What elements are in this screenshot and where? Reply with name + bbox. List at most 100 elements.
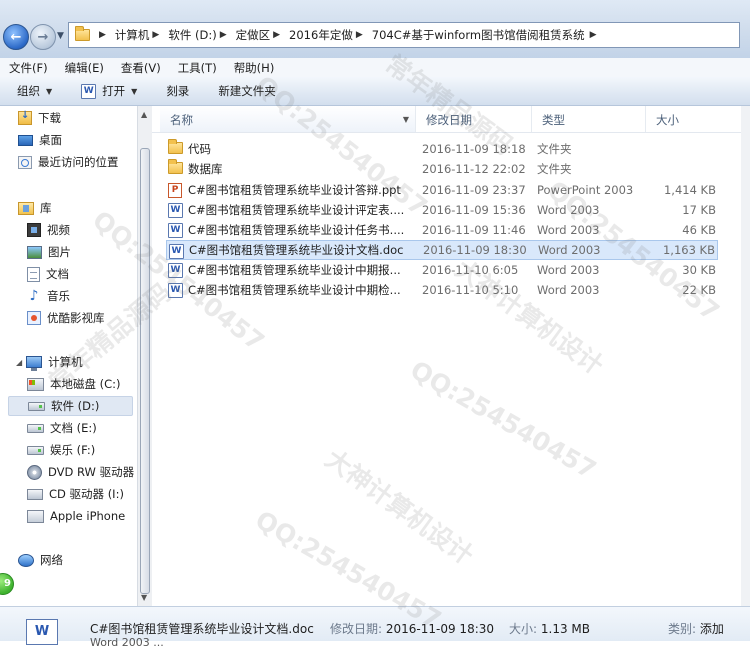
nav-item-drive-f[interactable]: 娱乐 (F:): [27, 440, 95, 460]
nav-label: DVD RW 驱动器: [48, 465, 135, 479]
chevron-right-icon[interactable]: ▶: [220, 30, 227, 40]
menu-tools[interactable]: 工具(T): [169, 60, 225, 76]
chevron-right-icon[interactable]: ▶: [99, 30, 106, 40]
address-path[interactable]: ▶ 计算机 ▶ 软件 (D:) ▶ 定做区 ▶ 2016年定做 ▶ 704C#基…: [68, 22, 740, 48]
word-icon: W: [169, 244, 184, 259]
new-folder-button[interactable]: 新建文件夹: [201, 83, 288, 99]
system-drive-icon: [27, 377, 44, 391]
music-note-icon: ♪: [29, 288, 39, 304]
scrollbar-thumb[interactable]: [140, 148, 150, 594]
chevron-down-icon: ▼: [46, 86, 53, 96]
file-type: 文件夹: [537, 142, 572, 156]
menu-help[interactable]: 帮助(H): [225, 60, 283, 76]
forward-button[interactable]: →: [30, 24, 56, 50]
column-label: 名称: [170, 113, 193, 127]
menu-view[interactable]: 查看(V): [112, 60, 169, 76]
sort-arrow-icon[interactable]: ▼: [403, 106, 409, 134]
details-modified-value: 2016-11-09 18:30: [385, 622, 495, 636]
menu-file[interactable]: 文件(F): [0, 60, 56, 76]
chevron-right-icon[interactable]: ▶: [356, 30, 363, 40]
file-date: 2016-11-09 18:30: [423, 243, 527, 257]
column-header-type[interactable]: 类型: [532, 106, 646, 132]
nav-item-cd-drive[interactable]: CD 驱动器 (I:): [27, 484, 124, 504]
nav-label: 网络: [40, 553, 63, 567]
navigation-scrollbar[interactable]: ▲ ▼: [137, 106, 152, 606]
nav-item-music[interactable]: ♪ 音乐: [27, 286, 70, 306]
breadcrumb-custom-area[interactable]: 定做区: [236, 27, 271, 43]
nav-item-downloads[interactable]: 下载: [18, 108, 61, 128]
nav-item-computer[interactable]: ◢ 计算机: [16, 352, 83, 372]
menu-bar: 文件(F) 编辑(E) 查看(V) 工具(T) 帮助(H): [0, 58, 750, 77]
chevron-right-icon[interactable]: ▶: [273, 30, 280, 40]
word-icon: W: [168, 283, 183, 298]
file-row[interactable]: W C#图书馆租赁管理系统毕业设计中期报... 2016-11-10 6:05 …: [166, 260, 718, 280]
recent-pages-dropdown-icon[interactable]: ▼: [57, 31, 64, 41]
scroll-up-icon[interactable]: ▲: [141, 110, 147, 119]
file-size: 46 KB: [682, 223, 716, 237]
file-name: C#图书馆租赁管理系统毕业设计任务书....: [188, 223, 405, 237]
nav-item-network[interactable]: 网络: [18, 550, 63, 570]
file-row[interactable]: W C#图书馆租赁管理系统毕业设计任务书.... 2016-11-09 11:4…: [166, 220, 718, 240]
new-folder-label: 新建文件夹: [218, 84, 276, 98]
drive-icon: [27, 445, 44, 455]
word-document-icon: W: [26, 619, 58, 645]
nav-item-libraries[interactable]: 库: [18, 198, 52, 218]
back-button[interactable]: ←: [3, 24, 29, 50]
nav-item-drive-d[interactable]: 软件 (D:): [8, 396, 133, 416]
open-button[interactable]: W 打开 ▼: [64, 83, 149, 99]
nav-item-drive-c[interactable]: 本地磁盘 (C:): [27, 374, 121, 394]
breadcrumb-drive-d[interactable]: 软件 (D:): [168, 27, 216, 43]
nav-label: 计算机: [48, 355, 83, 369]
file-row[interactable]: W C#图书馆租赁管理系统毕业设计评定表.... 2016-11-09 15:3…: [166, 200, 718, 220]
command-toolbar: 组织 ▼ W 打开 ▼ 刻录 新建文件夹: [0, 77, 750, 106]
nav-item-youku-library[interactable]: 优酷影视库: [27, 308, 105, 328]
organize-button[interactable]: 组织 ▼: [0, 83, 64, 99]
file-name: 代码: [188, 142, 211, 156]
nav-item-videos[interactable]: 视频: [27, 220, 70, 240]
column-header-size[interactable]: 大小: [646, 106, 750, 132]
downloads-folder-icon: [18, 110, 32, 125]
nav-item-desktop[interactable]: 桌面: [18, 130, 62, 150]
column-header-date[interactable]: 修改日期: [416, 106, 532, 132]
nav-item-dvd-drive[interactable]: DVD RW 驱动器: [27, 462, 134, 482]
breadcrumb-computer[interactable]: 计算机: [115, 27, 150, 43]
file-type: Word 2003: [537, 203, 600, 217]
file-type: Word 2003: [537, 263, 600, 277]
nav-item-drive-e[interactable]: 文档 (E:): [27, 418, 97, 438]
file-row[interactable]: P C#图书馆租赁管理系统毕业设计答辩.ppt 2016-11-09 23:37…: [166, 180, 718, 200]
nav-item-iphone[interactable]: Apple iPhone: [27, 506, 125, 526]
folder-icon: [168, 159, 183, 174]
back-arrow-icon: ←: [10, 29, 22, 45]
details-size-value: 1.13 MB: [540, 622, 590, 636]
breadcrumb-2016[interactable]: 2016年定做: [289, 27, 353, 43]
nav-item-pictures[interactable]: 图片: [27, 242, 71, 262]
menu-edit[interactable]: 编辑(E): [56, 60, 112, 76]
file-row[interactable]: 数据库 2016-11-12 22:02 文件夹: [166, 159, 718, 179]
chevron-right-icon[interactable]: ▶: [152, 30, 159, 40]
nav-item-recent-places[interactable]: 最近访问的位置: [18, 152, 119, 172]
file-row[interactable]: W C#图书馆租赁管理系统毕业设计中期检... 2016-11-10 5:10 …: [166, 280, 718, 300]
word-icon: W: [168, 203, 183, 218]
drive-icon: [28, 401, 45, 411]
burn-button[interactable]: 刻录: [149, 83, 201, 99]
file-list: 名称 ▼ 修改日期 类型 大小 代码 2016-11-09 18:18 文件夹 …: [152, 106, 750, 606]
nav-item-documents[interactable]: 文档: [27, 264, 69, 284]
details-file-type: Word 2003 ...: [90, 636, 164, 649]
scroll-down-icon[interactable]: ▼: [141, 593, 147, 602]
column-header-name[interactable]: 名称 ▼: [160, 106, 416, 132]
file-type: 文件夹: [537, 162, 572, 176]
expander-icon[interactable]: ◢: [16, 358, 22, 367]
details-category[interactable]: 类别: 添加: [668, 620, 724, 637]
file-date: 2016-11-09 15:36: [422, 203, 526, 217]
breadcrumb-current-folder[interactable]: 704C#基于winform图书馆借阅租赁系统: [372, 27, 585, 43]
file-list-scrollbar[interactable]: [741, 106, 750, 606]
drive-icon: [27, 423, 44, 433]
file-row-selected[interactable]: W C#图书馆租赁管理系统毕业设计文档.doc 2016-11-09 18:30…: [166, 240, 718, 260]
file-size: 22 KB: [682, 283, 716, 297]
forward-arrow-icon: →: [37, 29, 49, 45]
details-file-name: C#图书馆租赁管理系统毕业设计文档.doc: [90, 622, 314, 636]
chevron-right-icon[interactable]: ▶: [590, 30, 597, 40]
file-date: 2016-11-12 22:02: [422, 162, 526, 176]
file-type: Word 2003: [538, 243, 601, 257]
file-row[interactable]: 代码 2016-11-09 18:18 文件夹: [166, 139, 718, 159]
